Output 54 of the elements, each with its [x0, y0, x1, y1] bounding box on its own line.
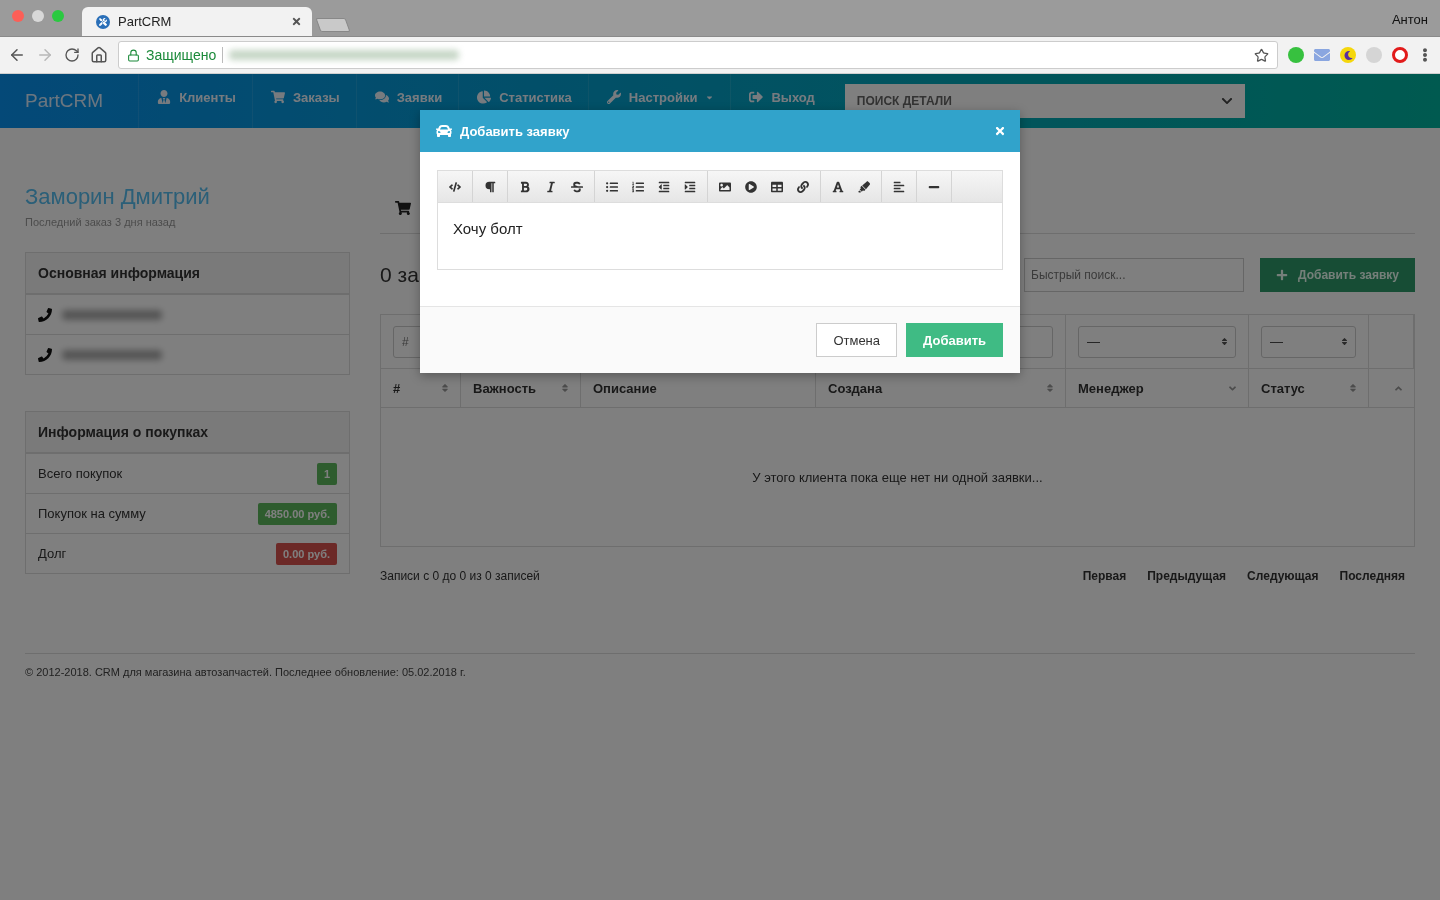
- quick-search-field[interactable]: Быстрый поиск...: [1024, 258, 1244, 292]
- pagination-link[interactable]: Последняя: [1339, 569, 1405, 583]
- footer-text: © 2012-2018. CRM для магазина автозапчастей. Последнее обновление: 05.02.2018 г.: [25, 666, 466, 678]
- requests-heading: 0 за: [380, 263, 420, 287]
- select-arrows-icon: [1220, 337, 1229, 346]
- lock-icon: [127, 48, 140, 62]
- extension-icon[interactable]: [1392, 47, 1408, 63]
- panel-title: Основная информация: [26, 253, 349, 294]
- back-icon[interactable]: [8, 46, 26, 64]
- cart-icon: [270, 90, 285, 104]
- pagination-link[interactable]: Предыдущая: [1147, 569, 1227, 583]
- wrench-icon: [606, 90, 621, 104]
- car-icon: [436, 123, 452, 139]
- phone-icon: [38, 307, 52, 322]
- records-info: Записи с 0 до 0 из 0 записей: [380, 569, 540, 583]
- add-button[interactable]: Добавить: [906, 323, 1003, 357]
- browser-tab[interactable]: PartCRM: [82, 7, 312, 36]
- reload-icon[interactable]: [64, 47, 80, 63]
- favicon-icon: [96, 14, 110, 29]
- plus-icon: [1276, 269, 1288, 281]
- phone-icon: [38, 347, 52, 362]
- rich-text-editor[interactable]: Хочу болт: [437, 170, 1003, 270]
- chat-icon: [374, 90, 389, 104]
- cart-icon[interactable]: [395, 200, 411, 216]
- pagination-link[interactable]: Следующая: [1247, 569, 1319, 583]
- person-icon: [157, 90, 172, 104]
- stat-label: Всего покупок: [38, 466, 123, 481]
- close-button[interactable]: [994, 125, 1006, 137]
- address-field[interactable]: Защищено: [118, 41, 1278, 69]
- pie-chart-icon: [477, 90, 492, 104]
- client-name: Заморин Дмитрий: [25, 184, 211, 210]
- home-icon[interactable]: [90, 46, 108, 64]
- cancel-button[interactable]: Отмена: [816, 323, 898, 357]
- chevron-down-icon: [1220, 95, 1233, 107]
- filter-select[interactable]: —: [1078, 325, 1236, 358]
- column-header[interactable]: Статус: [1249, 369, 1369, 408]
- add-request-button[interactable]: Добавить заявку: [1260, 258, 1415, 292]
- star-icon[interactable]: [1254, 47, 1269, 63]
- part-search-select[interactable]: ПОИСК ДЕТАЛИ: [844, 84, 1245, 118]
- moon-icon[interactable]: [1340, 47, 1356, 63]
- stat-badge: 1: [316, 462, 337, 485]
- empty-message: У этого клиента пока еще нет ни одной заявки...: [751, 468, 1044, 487]
- stat-badge: 0.00 руб.: [276, 542, 337, 565]
- close-icon[interactable]: [291, 16, 302, 27]
- stat-label: Покупок на сумму: [38, 506, 146, 521]
- select-arrows-icon: [1340, 337, 1349, 346]
- panel-title: Информация о покупках: [26, 412, 349, 453]
- logout-icon: [749, 90, 764, 104]
- stat-label: Долг: [38, 546, 67, 561]
- stat-badge: 4850.00 руб.: [257, 502, 337, 525]
- column-header[interactable]: Менеджер: [1066, 369, 1249, 408]
- filter-select[interactable]: —: [1261, 325, 1356, 358]
- pagination-link[interactable]: Первая: [1082, 569, 1127, 583]
- profile-name[interactable]: Антон: [1391, 12, 1428, 27]
